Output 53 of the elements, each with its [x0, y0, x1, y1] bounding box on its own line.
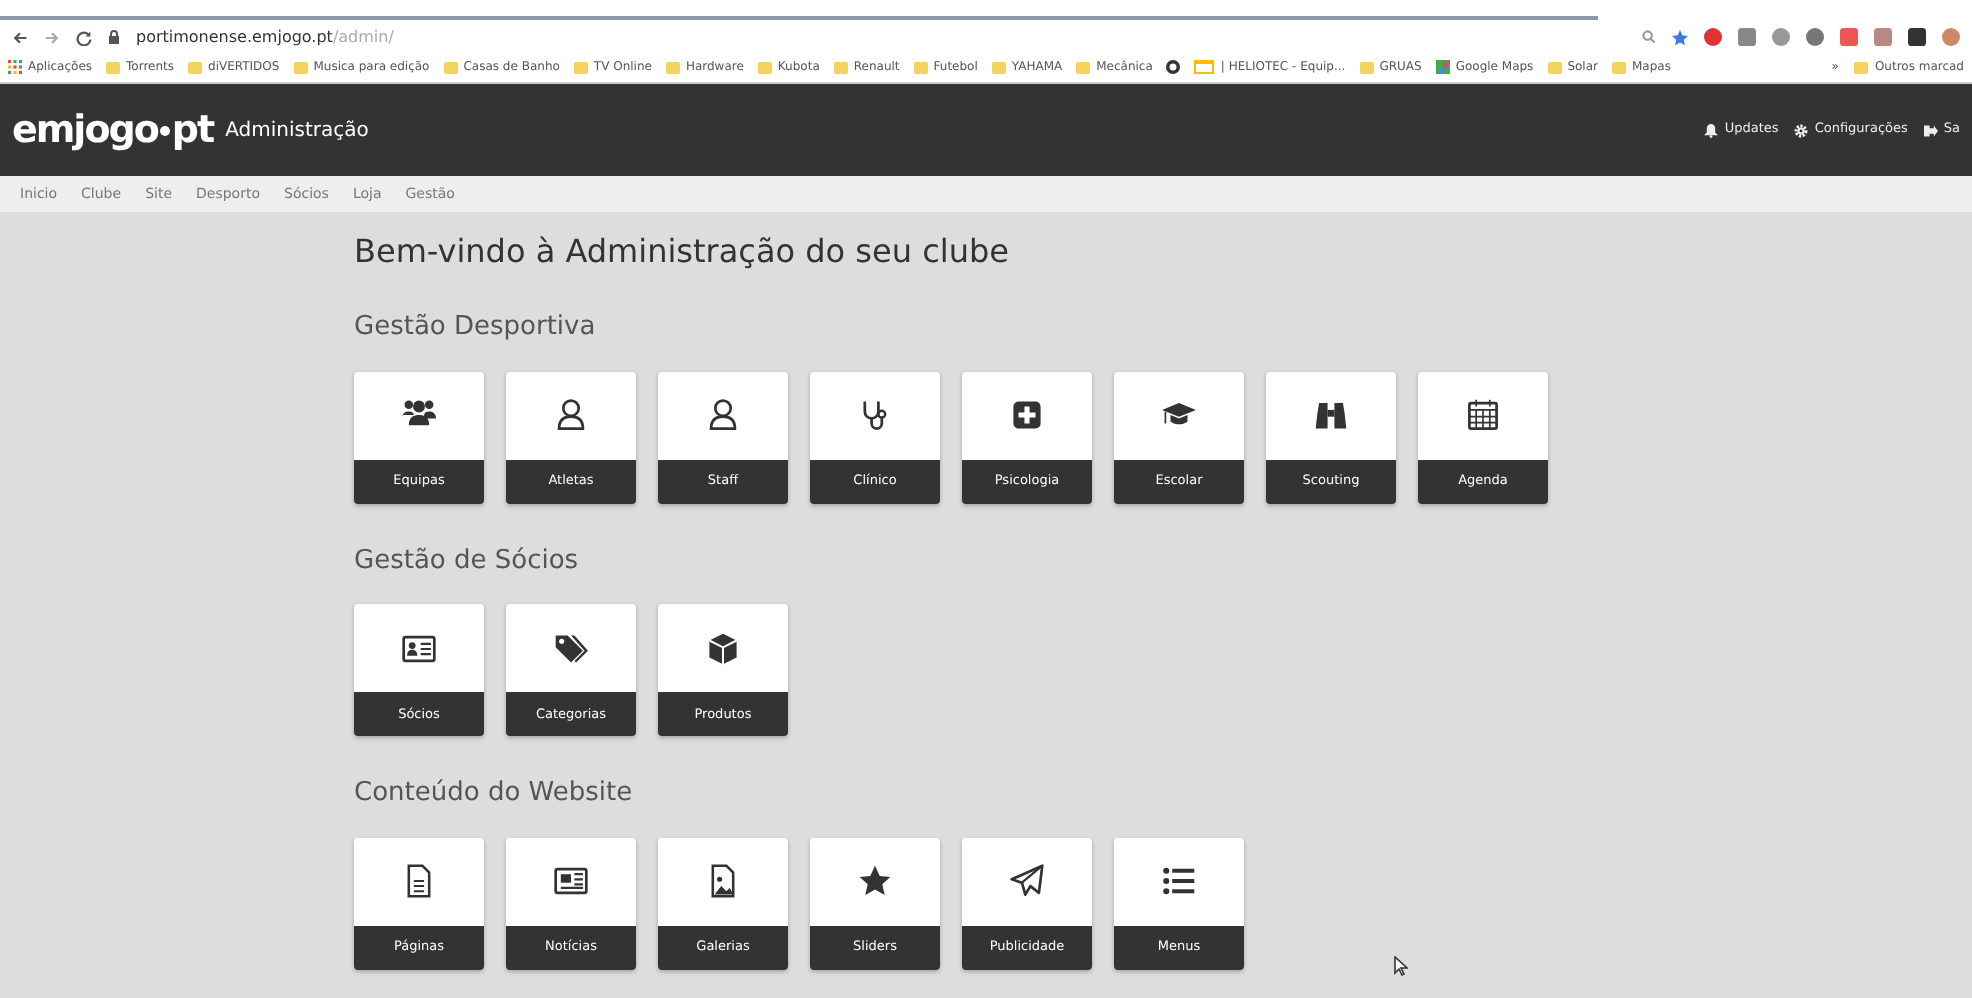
map-icon: [1435, 60, 1450, 74]
plus-icon: [1010, 398, 1044, 433]
id-card-icon: [402, 631, 436, 666]
cursor-icon: [1394, 956, 1408, 976]
folder-icon: [573, 61, 588, 73]
folder-icon: [833, 61, 848, 73]
stethoscope-icon: [858, 398, 892, 433]
user-icon: [554, 398, 588, 433]
zoom-icon: [1642, 30, 1656, 44]
logout-icon: [1923, 123, 1938, 137]
document-icon: [402, 864, 436, 899]
folder-icon: [1359, 61, 1374, 73]
site-subtitle: Administração: [225, 117, 369, 145]
paper-plane-icon: [1010, 864, 1044, 899]
bookmark[interactable]: [1166, 60, 1181, 74]
bell-icon: [1704, 123, 1719, 137]
apps-icon: [8, 60, 22, 74]
address-field[interactable]: portimonense.emjogo.pt/admin/: [136, 25, 394, 49]
folder-icon: [293, 61, 308, 73]
image-icon: [706, 864, 740, 899]
avatar-icon: [1942, 28, 1960, 46]
folder-icon: [106, 61, 121, 73]
folder-icon: [443, 61, 458, 73]
folder-icon: [665, 61, 680, 73]
binoculars-icon: [1314, 398, 1348, 433]
reload-icon: [76, 29, 92, 45]
folder-icon: [188, 61, 203, 73]
settings-icon: [1794, 123, 1809, 137]
star-icon: [1672, 29, 1688, 45]
folder-icon: [1854, 61, 1869, 73]
folder-icon: [1611, 61, 1626, 73]
globe-icon: [1166, 60, 1181, 74]
lock-icon: [108, 30, 120, 44]
calendar-icon: [1466, 398, 1500, 433]
star-icon: [858, 864, 892, 899]
folder-icon: [991, 61, 1006, 73]
section-heading: Gestão Desportiva: [354, 312, 598, 344]
list-icon: [1162, 864, 1196, 899]
back-icon: [12, 29, 28, 45]
folder-icon: [1076, 61, 1091, 73]
user-icon: [706, 398, 740, 433]
page-title: Bem-vindo à Administração do seu clube: [354, 232, 1011, 271]
page-icon: [1194, 60, 1215, 74]
cube-icon: [706, 631, 740, 666]
section-heading: Gestão de Sócios: [354, 545, 581, 577]
tags-icon: [554, 631, 588, 666]
folder-icon: [913, 61, 928, 73]
logo[interactable]: emjogo pt: [12, 101, 214, 159]
section-heading: Conteúdo do Website: [354, 778, 635, 810]
forward-icon: [44, 29, 60, 45]
folder-icon: [757, 61, 772, 73]
newspaper-icon: [554, 864, 588, 899]
folder-icon: [1547, 61, 1562, 73]
